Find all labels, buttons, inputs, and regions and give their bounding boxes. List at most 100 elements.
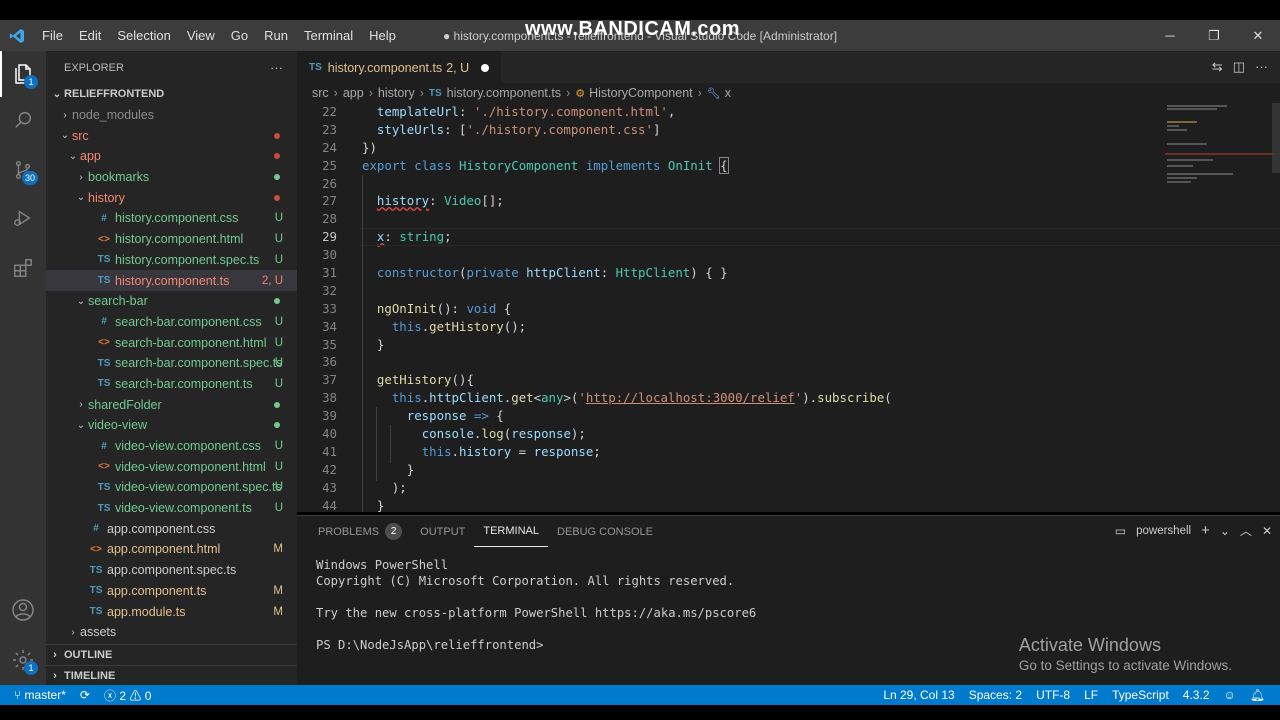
code-line[interactable]: 23 styleUrls: ['./history.component.css'… — [297, 121, 1167, 139]
code-line[interactable]: 32 — [297, 282, 1167, 300]
files-icon[interactable]: 1 — [0, 51, 46, 97]
panel-tab-output[interactable]: OUTPUT — [411, 516, 474, 547]
notifications-bell-icon[interactable]: 🔔︎ — [1243, 688, 1272, 702]
editor-scrollbar[interactable] — [1272, 103, 1280, 173]
folder-item[interactable]: ⌄ history — [46, 187, 297, 208]
minimap[interactable] — [1165, 103, 1275, 193]
ts-version[interactable]: 4.3.2 — [1176, 688, 1217, 702]
file-item[interactable]: # history.component.css U — [46, 208, 297, 229]
file-item[interactable]: TS app.module.ts M — [46, 601, 297, 622]
code-line[interactable]: 40 console.log(response); — [297, 425, 1167, 443]
file-item[interactable]: <> app.component.html M — [46, 539, 297, 560]
timeline-section[interactable]: › TIMELINE — [46, 665, 297, 685]
file-item[interactable]: TS app.component.ts M — [46, 581, 297, 602]
panel-tab-debug-console[interactable]: DEBUG CONSOLE — [548, 516, 662, 547]
menu-view[interactable]: View — [179, 20, 223, 51]
file-item[interactable]: <> history.component.html U — [46, 229, 297, 250]
file-item[interactable]: TS history.component.ts 2, U — [46, 270, 297, 291]
code-line[interactable]: 38 this.httpClient.get<any>('http://loca… — [297, 389, 1167, 407]
menu-terminal[interactable]: Terminal — [296, 20, 361, 51]
code-view[interactable]: 22 templateUrl: './history.component.htm… — [297, 103, 1280, 512]
line-ending[interactable]: LF — [1077, 688, 1105, 702]
folder-item[interactable]: › bookmarks — [46, 167, 297, 188]
code-line[interactable]: 44 } — [297, 497, 1167, 512]
breadcrumb-src[interactable]: src — [312, 86, 329, 100]
more-actions-button[interactable]: ··· — [270, 60, 283, 75]
folder-item[interactable]: › node_modules — [46, 105, 297, 126]
code-line[interactable]: 26 — [297, 175, 1167, 193]
unsaved-dot-icon[interactable] — [481, 63, 490, 72]
maximize-panel-icon[interactable]: ︿ — [1240, 522, 1252, 539]
encoding[interactable]: UTF-8 — [1029, 688, 1077, 702]
file-item[interactable]: TS history.component.spec.ts U — [46, 250, 297, 271]
menu-go[interactable]: Go — [223, 20, 256, 51]
breadcrumb-file[interactable]: history.component.ts — [447, 86, 561, 100]
new-terminal-icon[interactable]: + — [1201, 522, 1210, 539]
close-window-button[interactable]: ✕ — [1236, 20, 1280, 51]
chevron-down-icon[interactable]: ⌄ — [1220, 524, 1230, 538]
file-item[interactable]: TS video-view.component.ts U — [46, 498, 297, 519]
code-line[interactable]: 39 response => { — [297, 407, 1167, 425]
close-panel-icon[interactable]: ✕ — [1262, 524, 1272, 538]
sync-icon[interactable]: ⟳ — [73, 688, 97, 702]
code-line[interactable]: 33 ngOnInit(): void { — [297, 300, 1167, 318]
search-icon[interactable] — [0, 97, 46, 143]
feedback-icon[interactable]: ☺ — [1217, 688, 1243, 702]
language-mode[interactable]: TypeScript — [1105, 688, 1176, 702]
workspace-root[interactable]: ⌄ RELIEFFRONTEND — [46, 84, 297, 105]
indentation[interactable]: Spaces: 2 — [962, 688, 1029, 702]
panel-tab-terminal[interactable]: TERMINAL — [474, 516, 548, 547]
file-item[interactable]: <> search-bar.component.html U — [46, 332, 297, 353]
file-item[interactable]: TS search-bar.component.spec.ts U — [46, 353, 297, 374]
folder-item[interactable]: ⌄ video-view — [46, 415, 297, 436]
folder-item[interactable]: ⌄ src — [46, 125, 297, 146]
folder-item[interactable]: ⌄ search-bar — [46, 291, 297, 312]
code-line[interactable]: 31 constructor(private httpClient: HttpC… — [297, 264, 1167, 282]
code-line[interactable]: 34 this.getHistory(); — [297, 318, 1167, 336]
account-icon[interactable] — [0, 587, 46, 633]
file-item[interactable]: TS app.component.spec.ts — [46, 560, 297, 581]
file-item[interactable]: <> video-view.component.html U — [46, 456, 297, 477]
code-line[interactable]: 42 } — [297, 461, 1167, 479]
more-actions-icon[interactable]: ··· — [1255, 59, 1268, 75]
editor-tab[interactable]: TS history.component.ts 2, U — [297, 51, 502, 83]
menu-selection[interactable]: Selection — [109, 20, 178, 51]
breadcrumb-class[interactable]: HistoryComponent — [589, 86, 693, 100]
code-line[interactable]: 28 — [297, 210, 1167, 228]
file-item[interactable]: # app.component.css — [46, 518, 297, 539]
menu-help[interactable]: Help — [361, 20, 404, 51]
file-item[interactable]: TS search-bar.component.ts U — [46, 374, 297, 395]
panel-tab-problems[interactable]: PROBLEMS 2 — [309, 516, 411, 547]
folder-item[interactable]: ⌄ app — [46, 146, 297, 167]
cursor-position[interactable]: Ln 29, Col 13 — [876, 688, 961, 702]
code-line[interactable]: 37 getHistory(){ — [297, 371, 1167, 389]
minimize-button[interactable]: ─ — [1148, 20, 1192, 51]
branch-indicator[interactable]: ⑂ master* — [0, 688, 73, 702]
problems-indicator[interactable]: ⓧ 2 ⚠ 0 — [97, 687, 158, 704]
code-line[interactable]: 41 this.history = response; — [297, 443, 1167, 461]
file-item[interactable]: # video-view.component.css U — [46, 436, 297, 457]
run-debug-icon[interactable] — [0, 195, 46, 241]
breadcrumb-property[interactable]: x — [725, 86, 731, 100]
compare-changes-icon[interactable]: ⇆ — [1212, 59, 1223, 75]
outline-section[interactable]: › OUTLINE — [46, 644, 297, 665]
code-line[interactable]: 24}) — [297, 139, 1167, 157]
split-editor-icon[interactable]: ◫ — [1233, 59, 1245, 75]
code-line[interactable]: 29 x: string; — [297, 228, 1280, 247]
restore-button[interactable]: ❐ — [1192, 20, 1236, 51]
code-line[interactable]: 22 templateUrl: './history.component.htm… — [297, 103, 1167, 121]
file-item[interactable]: TS video-view.component.spec.ts U — [46, 477, 297, 498]
menu-run[interactable]: Run — [256, 20, 296, 51]
menu-edit[interactable]: Edit — [71, 20, 109, 51]
extensions-icon[interactable] — [0, 245, 46, 291]
source-control-icon[interactable]: 30 — [0, 147, 46, 193]
code-line[interactable]: 27 history: Video[]; — [297, 192, 1167, 210]
breadcrumb-app[interactable]: app — [343, 86, 364, 100]
file-item[interactable]: # search-bar.component.css U — [46, 312, 297, 333]
code-line[interactable]: 35 } — [297, 336, 1167, 354]
settings-gear-icon[interactable]: 1 — [0, 637, 46, 683]
breadcrumb-history[interactable]: history — [378, 86, 415, 100]
folder-item[interactable]: › assets — [46, 622, 297, 643]
code-line[interactable]: 43 ); — [297, 479, 1167, 497]
code-line[interactable]: 25 export class HistoryComponent implemen… — [297, 156, 1167, 175]
